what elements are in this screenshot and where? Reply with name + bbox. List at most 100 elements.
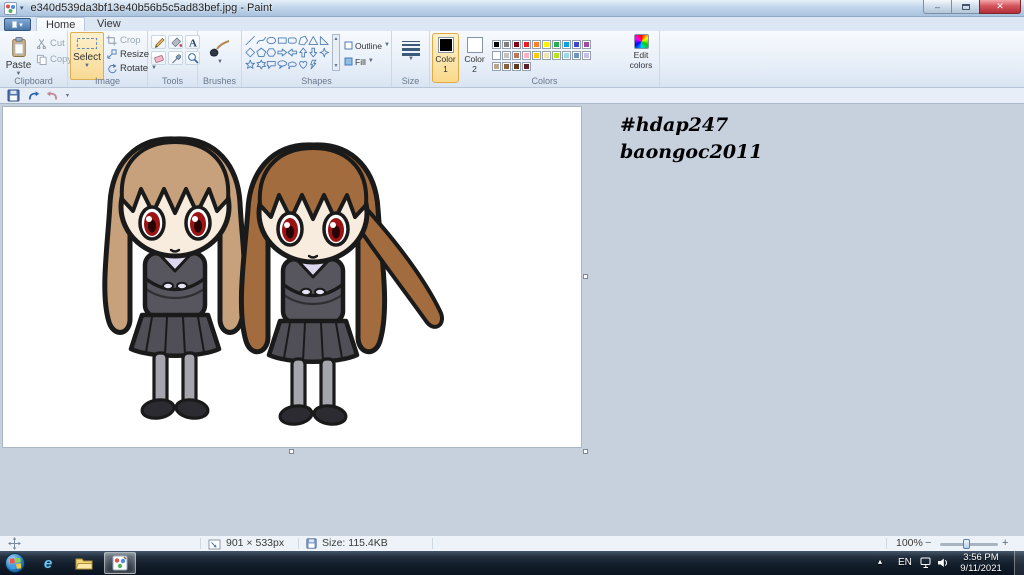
taskbar-paint-button[interactable] bbox=[104, 552, 136, 574]
quick-access-caret-icon[interactable]: ▾ bbox=[20, 4, 24, 12]
shape-heart-icon[interactable] bbox=[298, 58, 309, 70]
taskbar-internet-explorer-button[interactable]: e bbox=[32, 552, 64, 574]
palette-color-swatch[interactable] bbox=[522, 62, 531, 71]
speaker-icon[interactable] bbox=[937, 557, 949, 569]
canvas-resize-handle-bottom[interactable] bbox=[289, 449, 294, 454]
paste-icon bbox=[11, 37, 26, 57]
copy-icon bbox=[36, 54, 47, 65]
shape-callout-cloud-icon[interactable] bbox=[287, 58, 298, 70]
shape-hexagon-icon[interactable] bbox=[266, 46, 277, 58]
shape-star-5-icon[interactable] bbox=[245, 58, 256, 70]
shape-arrow-up-icon[interactable] bbox=[298, 46, 309, 58]
group-label-clipboard: Clipboard bbox=[14, 76, 53, 86]
redo-button[interactable] bbox=[46, 90, 60, 102]
palette-color-swatch[interactable] bbox=[492, 62, 501, 71]
canvas-size-text: 901 × 533px bbox=[226, 537, 285, 549]
shape-polygon-icon[interactable] bbox=[297, 34, 309, 46]
zoom-slider-thumb[interactable] bbox=[963, 539, 970, 549]
chevron-down-icon: ▼ bbox=[408, 56, 414, 62]
shape-callout-oval-icon[interactable] bbox=[276, 58, 288, 70]
group-clipboard: Paste ▼ Cut Copy Clipboard bbox=[0, 31, 72, 87]
tab-home[interactable]: Home bbox=[36, 17, 86, 31]
group-image: Select ▼ Crop Resize Rotate ▼ Image bbox=[68, 31, 157, 87]
canvas-resize-handle-corner[interactable] bbox=[583, 449, 588, 454]
paste-button[interactable]: Paste ▼ bbox=[3, 32, 34, 80]
shape-oval-icon[interactable] bbox=[266, 34, 277, 46]
application-menu-button[interactable]: ▾ bbox=[4, 18, 31, 31]
chevron-down-icon: ▼ bbox=[84, 63, 90, 69]
resize-button[interactable]: Resize bbox=[106, 48, 149, 61]
group-label-image: Image bbox=[94, 76, 120, 86]
start-button[interactable] bbox=[5, 553, 25, 573]
close-button[interactable]: ✕ bbox=[979, 0, 1021, 14]
minimize-button[interactable]: – bbox=[923, 0, 951, 14]
network-icon[interactable] bbox=[920, 557, 932, 569]
quick-access-toolbar: ▾ bbox=[0, 88, 1024, 104]
shape-lightning-icon[interactable] bbox=[308, 58, 319, 70]
shape-line-icon[interactable] bbox=[245, 34, 256, 46]
outline-button[interactable]: Outline ▼ bbox=[344, 39, 390, 52]
fill-button[interactable]: Fill ▼ bbox=[344, 55, 374, 68]
group-brushes: ▼ Brushes bbox=[198, 31, 242, 87]
shape-rounded-rectangle-icon[interactable] bbox=[287, 34, 298, 46]
size-button[interactable]: ▼ bbox=[398, 36, 424, 74]
rotate-icon bbox=[108, 63, 117, 74]
scroll-up-icon[interactable]: ▲ bbox=[334, 36, 339, 42]
save-button[interactable] bbox=[7, 89, 20, 102]
crop-button[interactable]: Crop bbox=[106, 34, 141, 47]
undo-button[interactable] bbox=[26, 90, 40, 102]
drawing-canvas[interactable] bbox=[3, 107, 581, 447]
paint-app-icon bbox=[4, 1, 17, 15]
brushes-button[interactable]: ▼ bbox=[205, 35, 235, 75]
cut-button[interactable]: Cut bbox=[36, 37, 65, 50]
shapes-scrollbar[interactable]: ▲ ▼ bbox=[332, 34, 340, 71]
watermark-line1: #hdap247 bbox=[620, 114, 729, 136]
maximize-button[interactable] bbox=[951, 0, 979, 14]
shape-arrow-right-icon[interactable] bbox=[276, 46, 288, 58]
shape-diamond-icon[interactable] bbox=[245, 46, 256, 58]
color-picker-tool-button[interactable] bbox=[168, 51, 183, 65]
line-size-icon bbox=[402, 41, 420, 56]
shape-callout-rounded-icon[interactable] bbox=[266, 58, 277, 70]
taskbar-explorer-button[interactable] bbox=[68, 552, 100, 574]
shape-curve-icon[interactable] bbox=[255, 34, 267, 46]
taskbar-clock[interactable]: 3:56 PM 9/11/2021 bbox=[952, 552, 1010, 574]
palette-color-swatch[interactable] bbox=[502, 62, 511, 71]
shape-pentagon-icon[interactable] bbox=[255, 46, 267, 58]
select-button[interactable]: Select ▼ bbox=[70, 32, 104, 80]
show-desktop-button[interactable] bbox=[1014, 551, 1024, 575]
watermark-line2: baongoc2011 bbox=[620, 141, 763, 163]
group-shapes: ▲ ▼ Outline ▼ Fill ▼ Shapes bbox=[242, 31, 392, 87]
hidden-icons-chevron[interactable]: ▴ bbox=[878, 557, 882, 566]
shape-arrow-down-icon[interactable] bbox=[308, 46, 319, 58]
language-indicator[interactable]: EN bbox=[898, 557, 912, 568]
scroll-down-icon[interactable]: ▼ bbox=[334, 63, 339, 69]
file-size-text: Size: 115.4KB bbox=[322, 537, 388, 549]
group-label-tools: Tools bbox=[161, 76, 183, 86]
clock-date: 9/11/2021 bbox=[960, 563, 1002, 574]
shape-star-6-icon[interactable] bbox=[256, 58, 267, 70]
tab-view[interactable]: View bbox=[88, 17, 130, 31]
canvas-resize-handle-right[interactable] bbox=[583, 274, 588, 279]
pencil-tool-button[interactable] bbox=[151, 35, 166, 49]
shape-arrow-left-icon[interactable] bbox=[287, 46, 298, 58]
titlebar[interactable]: ▾ e340d539da3bf13e40b56b5c5ad83bef.jpg -… bbox=[0, 0, 1024, 17]
palette-color-swatch[interactable] bbox=[512, 62, 521, 71]
workspace: #hdap247 baongoc2011 bbox=[0, 104, 1024, 535]
rainbow-palette-icon bbox=[633, 34, 649, 49]
copy-button[interactable]: Copy bbox=[36, 53, 72, 66]
internet-explorer-icon: e bbox=[43, 554, 53, 572]
shape-star-4-icon[interactable] bbox=[318, 46, 330, 58]
edit-colors-button[interactable]: Edit colors bbox=[624, 34, 658, 70]
shape-right-triangle-icon[interactable] bbox=[319, 34, 330, 46]
shape-rectangle-icon[interactable] bbox=[277, 34, 288, 46]
crop-icon bbox=[106, 35, 117, 46]
zoom-out-button[interactable]: − bbox=[925, 536, 931, 551]
zoom-in-button[interactable]: + bbox=[1002, 536, 1008, 551]
qat-customize-caret-icon[interactable]: ▾ bbox=[66, 92, 69, 99]
fill-tool-button[interactable] bbox=[168, 35, 183, 49]
shape-triangle-icon[interactable] bbox=[308, 34, 319, 46]
canvas-size-icon bbox=[208, 539, 221, 550]
eraser-icon bbox=[153, 55, 164, 63]
eraser-tool-button[interactable] bbox=[151, 51, 166, 65]
